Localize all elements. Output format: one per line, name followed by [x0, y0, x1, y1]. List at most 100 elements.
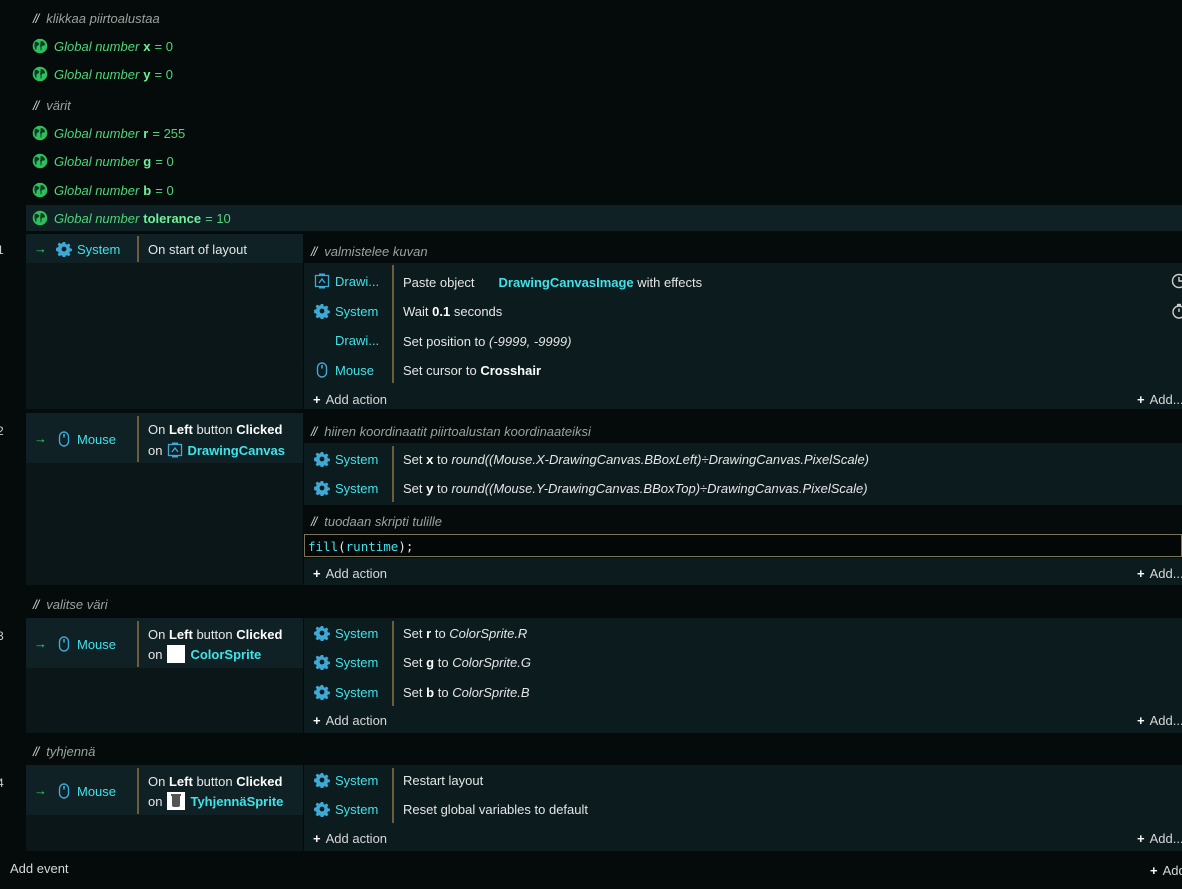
add-bottom-button[interactable]: +Add	[1150, 863, 1182, 878]
canvas-icon	[314, 273, 330, 289]
comment-valitse-vari[interactable]: //valitse väri	[33, 597, 108, 612]
event-number: 2	[0, 424, 4, 438]
comment-klikkaa[interactable]: //klikkaa piirtoalustaa	[33, 11, 160, 26]
action-object-system[interactable]: System	[314, 451, 378, 467]
action-object-system[interactable]: System	[314, 801, 378, 817]
action-reset-globals[interactable]: Reset global variables to default	[403, 802, 588, 817]
condition-object-system[interactable]: System	[56, 241, 120, 257]
action-set-cursor[interactable]: Set cursor to Crosshair	[403, 363, 541, 378]
event-number: 1	[0, 243, 4, 257]
condition-separator	[137, 621, 139, 667]
action-separator	[392, 621, 394, 706]
add-menu-button[interactable]: + Add...	[1137, 713, 1182, 728]
script-code[interactable]: fill(runtime);	[308, 539, 413, 554]
mouse-icon	[56, 783, 72, 799]
action-restart-layout[interactable]: Restart layout	[403, 773, 483, 788]
condition-left-clicked[interactable]: On Left button Clicked	[148, 774, 282, 789]
gear-icon	[314, 625, 330, 641]
comment-hiiren[interactable]: //hiiren koordinaatit piirtoalustan koor…	[311, 424, 591, 439]
action-wait[interactable]: Wait 0.1 seconds	[403, 304, 502, 319]
condition-separator	[137, 236, 139, 262]
event-2-add-row	[304, 558, 1182, 585]
trigger-arrow-icon: →	[34, 783, 47, 798]
trigger-arrow-icon: →	[34, 241, 47, 256]
action-object-system[interactable]: System	[314, 480, 378, 496]
globe-icon	[32, 66, 48, 82]
global-var-tolerance[interactable]: Global number tolerance = 10	[32, 210, 231, 226]
action-set-g[interactable]: Set g to ColorSprite.G	[403, 655, 531, 670]
add-menu-button[interactable]: + Add...	[1137, 831, 1182, 846]
gear-icon	[314, 684, 330, 700]
condition-left-clicked[interactable]: On Left button Clicked	[148, 627, 282, 642]
mouse-icon	[314, 362, 330, 378]
gear-icon	[314, 654, 330, 670]
clock-icon	[1171, 273, 1182, 289]
gear-icon	[314, 801, 330, 817]
add-menu-button[interactable]: + Add...	[1137, 392, 1182, 407]
action-set-y[interactable]: Set y to round((Mouse.Y-DrawingCanvas.BB…	[403, 481, 868, 496]
gear-icon	[56, 241, 72, 257]
action-set-x[interactable]: Set x to round((Mouse.X-DrawingCanvas.BB…	[403, 452, 869, 467]
globe-icon	[32, 210, 48, 226]
trash-icon	[172, 796, 181, 807]
action-object-system[interactable]: System	[314, 303, 378, 319]
event-number: 4	[0, 776, 4, 790]
condition-separator	[137, 768, 139, 814]
action-object-system[interactable]: System	[314, 625, 378, 641]
add-action-button[interactable]: + Add action	[313, 566, 387, 581]
action-object-mouse[interactable]: Mouse	[314, 362, 374, 378]
action-object-system[interactable]: System	[314, 684, 378, 700]
globe-icon	[32, 125, 48, 141]
comment-tuodaan[interactable]: //tuodaan skripti tulille	[311, 514, 442, 529]
gear-icon	[314, 480, 330, 496]
add-event-button[interactable]: Add event	[10, 861, 69, 876]
mouse-icon	[56, 636, 72, 652]
timer-icon	[1171, 303, 1182, 319]
add-action-button[interactable]: + Add action	[313, 713, 387, 728]
action-separator	[392, 768, 394, 823]
action-set-position[interactable]: Set position to (-9999, -9999)	[403, 334, 571, 349]
globe-icon	[32, 153, 48, 169]
action-object-drawingcanvas[interactable]: Drawi...	[335, 333, 379, 348]
action-set-b[interactable]: Set b to ColorSprite.B	[403, 685, 530, 700]
add-action-button[interactable]: + Add action	[313, 831, 387, 846]
script-block[interactable]	[304, 534, 1182, 557]
action-set-r[interactable]: Set r to ColorSprite.R	[403, 626, 527, 641]
condition-target[interactable]: on TyhjennäSprite	[148, 792, 283, 810]
condition-target[interactable]: on DrawingCanvas	[148, 442, 285, 458]
action-paste-object[interactable]: Paste object DrawingCanvasImage with effe…	[403, 275, 702, 290]
global-var-r[interactable]: Global number r = 255	[32, 125, 185, 141]
action-object-drawingcanvas[interactable]: Drawi...	[314, 273, 379, 289]
global-var-b[interactable]: Global number b = 0	[32, 182, 174, 198]
mouse-icon	[56, 431, 72, 447]
condition-object-mouse[interactable]: Mouse	[56, 783, 116, 799]
event-number: 3	[0, 629, 4, 643]
gear-icon	[314, 772, 330, 788]
trash-sprite-thumbnail	[167, 792, 186, 810]
condition-separator	[137, 416, 139, 462]
condition-on-start-of-layout[interactable]: On start of layout	[148, 242, 247, 257]
action-separator	[392, 265, 394, 383]
add-menu-button[interactable]: + Add...	[1137, 566, 1182, 581]
globe-icon	[32, 182, 48, 198]
comment-varit[interactable]: //värit	[33, 98, 71, 113]
global-var-g[interactable]: Global number g = 0	[32, 153, 174, 169]
action-object-system[interactable]: System	[314, 772, 378, 788]
comment-valmistelee[interactable]: //valmistelee kuvan	[311, 244, 428, 259]
trigger-arrow-icon: →	[34, 431, 47, 446]
condition-left-clicked[interactable]: On Left button Clicked	[148, 422, 282, 437]
add-action-button[interactable]: + Add action	[313, 392, 387, 407]
gear-icon	[314, 451, 330, 467]
globe-icon	[32, 38, 48, 54]
condition-object-mouse[interactable]: Mouse	[56, 636, 116, 652]
comment-tyhjenna[interactable]: //tyhjennä	[33, 744, 95, 759]
global-var-x[interactable]: Global number x = 0	[32, 38, 173, 54]
action-object-system[interactable]: System	[314, 654, 378, 670]
condition-object-mouse[interactable]: Mouse	[56, 431, 116, 447]
trigger-arrow-icon: →	[34, 636, 47, 651]
gear-icon	[314, 303, 330, 319]
global-var-y[interactable]: Global number y = 0	[32, 66, 173, 82]
condition-target[interactable]: on ColorSprite	[148, 645, 261, 663]
action-separator	[392, 446, 394, 502]
color-sprite-thumbnail	[167, 645, 186, 663]
